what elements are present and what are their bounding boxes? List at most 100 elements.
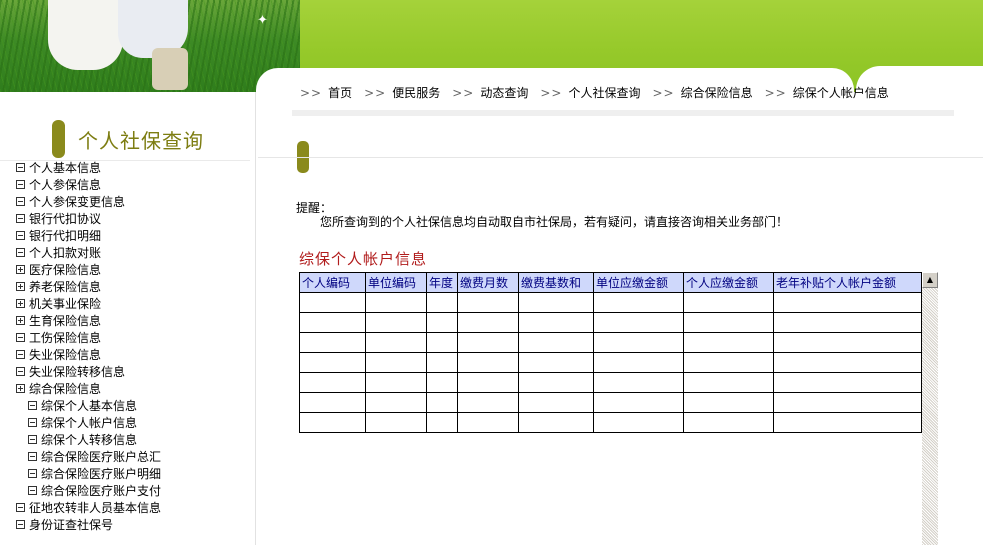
minus-box-icon[interactable] [28, 486, 37, 495]
sidebar-item-label[interactable]: 综合保险医疗账户总汇 [41, 450, 161, 464]
sidebar-item[interactable]: 机关事业保险 [16, 296, 254, 313]
sidebar-item-label[interactable]: 失业保险转移信息 [29, 365, 125, 379]
table-column-header: 年度 [426, 272, 458, 293]
breadcrumb-link[interactable]: 综合保险信息 [681, 86, 753, 100]
table-cell [518, 312, 594, 333]
plus-box-icon[interactable] [16, 282, 25, 291]
table-cell [299, 332, 366, 353]
scroll-up-arrow-icon[interactable]: ▲ [922, 272, 938, 288]
sidebar-item-label[interactable]: 个人基本信息 [29, 161, 101, 175]
minus-box-icon[interactable] [28, 469, 37, 478]
minus-box-icon[interactable] [16, 163, 25, 172]
sidebar-item-label[interactable]: 失业保险信息 [29, 348, 101, 362]
minus-box-icon[interactable] [28, 401, 37, 410]
sidebar-item[interactable]: 个人参保信息 [16, 177, 254, 194]
sidebar-item[interactable]: 个人参保变更信息 [16, 194, 254, 211]
sidebar-item[interactable]: 医疗保险信息 [16, 262, 254, 279]
plus-box-icon[interactable] [16, 299, 25, 308]
sidebar-item-label[interactable]: 个人参保变更信息 [29, 195, 125, 209]
minus-box-icon[interactable] [16, 503, 25, 512]
sidebar-item-label[interactable]: 综合保险医疗账户支付 [41, 484, 161, 498]
vertical-scrollbar[interactable]: ▲ [922, 272, 938, 545]
sidebar-item-label[interactable]: 工伤保险信息 [29, 331, 101, 345]
sidebar-item-label[interactable]: 身份证查社保号 [29, 518, 113, 532]
sidebar-item-label[interactable]: 医疗保险信息 [29, 263, 101, 277]
minus-box-icon[interactable] [28, 418, 37, 427]
sidebar-item[interactable]: 个人扣款对账 [16, 245, 254, 262]
table-cell [518, 372, 594, 393]
table-cell [365, 412, 427, 433]
sidebar-item-label[interactable]: 生育保险信息 [29, 314, 101, 328]
breadcrumb-separator: >> [540, 86, 563, 100]
sidebar-item[interactable]: 身份证查社保号 [16, 517, 254, 534]
sidebar-item-label[interactable]: 机关事业保险 [29, 297, 101, 311]
table-cell [426, 392, 458, 413]
sidebar-item[interactable]: 失业保险信息 [16, 347, 254, 364]
breadcrumb-separator: >> [300, 86, 323, 100]
sidebar-item[interactable]: 征地农转非人员基本信息 [16, 500, 254, 517]
minus-box-icon[interactable] [16, 231, 25, 240]
table-cell [299, 292, 366, 313]
table-cell [593, 332, 684, 353]
breadcrumb-link[interactable]: 便民服务 [392, 86, 440, 100]
sidebar-item[interactable]: 生育保险信息 [16, 313, 254, 330]
minus-box-icon[interactable] [16, 350, 25, 359]
sidebar-item-label[interactable]: 综保个人基本信息 [41, 399, 137, 413]
table-cell [457, 372, 519, 393]
breadcrumb-link[interactable]: 首页 [328, 86, 352, 100]
sidebar-item-label[interactable]: 征地农转非人员基本信息 [29, 501, 161, 515]
sidebar-item[interactable]: 个人基本信息 [16, 160, 254, 177]
sidebar-item[interactable]: 银行代扣协议 [16, 211, 254, 228]
sidebar-item[interactable]: 工伤保险信息 [16, 330, 254, 347]
sidebar-item[interactable]: 银行代扣明细 [16, 228, 254, 245]
sidebar-item-label[interactable]: 养老保险信息 [29, 280, 101, 294]
sidebar-item-label[interactable]: 个人扣款对账 [29, 246, 101, 260]
table-cell [593, 372, 684, 393]
sidebar-item-label[interactable]: 银行代扣协议 [29, 212, 101, 226]
minus-box-icon[interactable] [16, 214, 25, 223]
table-column-header: 缴费基数和 [518, 272, 594, 293]
breadcrumb-link[interactable]: 综保个人帐户信息 [793, 86, 889, 100]
table-cell [457, 392, 519, 413]
table-row [299, 392, 922, 413]
sidebar-item-label[interactable]: 综保个人帐户信息 [41, 416, 137, 430]
plus-box-icon[interactable] [16, 316, 25, 325]
breadcrumb: >> 首页 >> 便民服务 >> 动态查询 >> 个人社保查询 >> 综合保险信息 >> 综保个人帐户… [298, 84, 899, 100]
plus-box-icon[interactable] [16, 384, 25, 393]
table-cell [426, 352, 458, 373]
table-cell [593, 352, 684, 373]
minus-box-icon[interactable] [16, 520, 25, 529]
table-cell [683, 372, 774, 393]
sidebar-item[interactable]: 综合保险医疗账户支付 [16, 483, 254, 500]
minus-box-icon[interactable] [16, 333, 25, 342]
table-cell [299, 372, 366, 393]
sidebar-item-label[interactable]: 银行代扣明细 [29, 229, 101, 243]
sidebar-item[interactable]: 综保个人转移信息 [16, 432, 254, 449]
sidebar-item[interactable]: 综合保险信息 [16, 381, 254, 398]
sidebar-item[interactable]: 综保个人帐户信息 [16, 415, 254, 432]
table-cell [683, 292, 774, 313]
minus-box-icon[interactable] [16, 248, 25, 257]
sidebar-item-label[interactable]: 综保个人转移信息 [41, 433, 137, 447]
minus-box-icon[interactable] [16, 197, 25, 206]
sidebar-item[interactable]: 综合保险医疗账户总汇 [16, 449, 254, 466]
breadcrumb-link[interactable]: 动态查询 [480, 86, 528, 100]
minus-box-icon[interactable] [16, 180, 25, 189]
sidebar-item[interactable]: 综保个人基本信息 [16, 398, 254, 415]
sidebar-item[interactable]: 养老保险信息 [16, 279, 254, 296]
plus-box-icon[interactable] [16, 265, 25, 274]
sidebar-item-label[interactable]: 个人参保信息 [29, 178, 101, 192]
table-column-header: 老年补贴个人帐户金额 [773, 272, 922, 293]
sidebar-item-label[interactable]: 综合保险信息 [29, 382, 101, 396]
table-cell [365, 352, 427, 373]
minus-box-icon[interactable] [16, 367, 25, 376]
minus-box-icon[interactable] [28, 452, 37, 461]
table-cell [426, 332, 458, 353]
sidebar-item[interactable]: 综合保险医疗账户明细 [16, 466, 254, 483]
minus-box-icon[interactable] [28, 435, 37, 444]
breadcrumb-link[interactable]: 个人社保查询 [568, 86, 640, 100]
sidebar-tree: 个人基本信息 个人参保信息个人参保变更信息 银行代扣协议 银行代扣明细 个人扣款对账 医疗… [16, 160, 254, 534]
sidebar-item[interactable]: 失业保险转移信息 [16, 364, 254, 381]
sidebar-item-label[interactable]: 综合保险医疗账户明细 [41, 467, 161, 481]
banner-person-image [48, 0, 123, 70]
